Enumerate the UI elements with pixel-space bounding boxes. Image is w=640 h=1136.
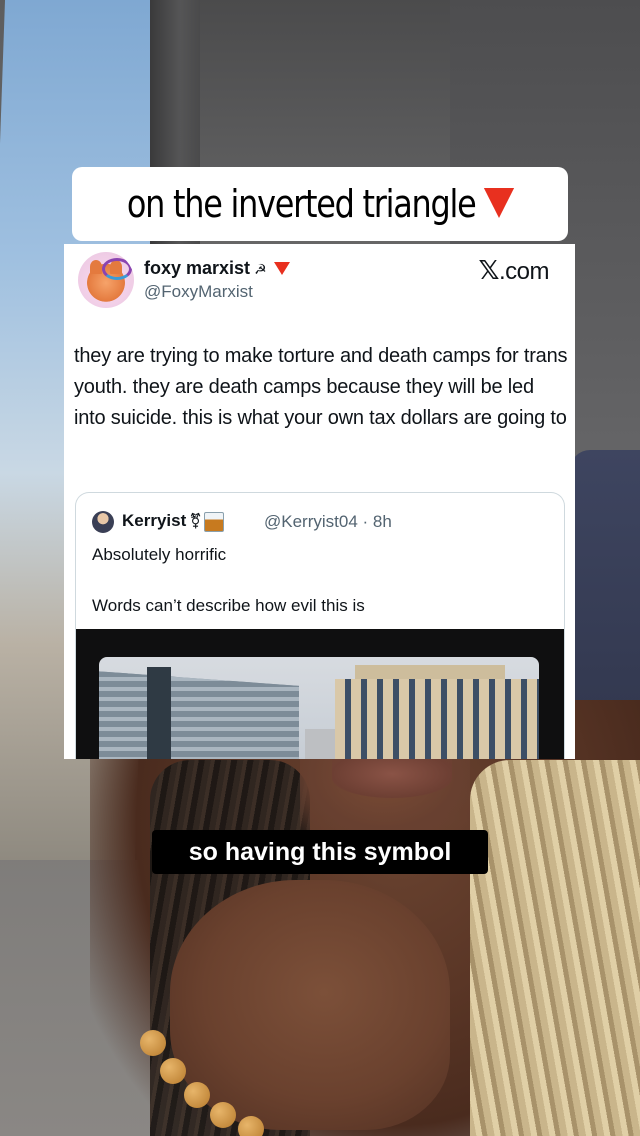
swirl-icon <box>102 258 132 280</box>
transgender-symbol-icon: ⚧ <box>189 513 202 530</box>
x-brand-logo: 𝕏.com <box>478 256 550 286</box>
hammer-sickle-icon: ☭ <box>254 261 267 277</box>
author-name: foxy marxist ☭ <box>144 258 290 279</box>
quoted-author-handle: @Kerryist04 · 8h <box>264 512 392 531</box>
train-ceiling <box>200 0 460 170</box>
subtitle-text: so having this symbol <box>188 837 452 866</box>
tweet-card: foxy marxist ☭ @FoxyMarxist 𝕏.com they ar… <box>64 244 575 759</box>
x-logo-icon: 𝕏 <box>478 256 500 286</box>
building-shadow <box>147 667 171 759</box>
red-triangle-icon <box>273 262 290 275</box>
top-caption-text: on the inverted triangle <box>126 182 514 226</box>
author-avatar <box>78 252 134 308</box>
building-photo <box>99 657 539 759</box>
glass-building <box>99 671 299 759</box>
quoted-tweet: Kerryist ⚧ @Kerryist04 · 8h Absolutely ho… <box>75 492 565 759</box>
quoted-text-line: Words can’t describe how evil this is <box>92 596 365 615</box>
whisky-glass-icon <box>203 511 224 532</box>
tweet-text: they are trying to make torture and deat… <box>74 345 568 429</box>
fox-ear-icon <box>90 260 102 274</box>
quoted-text-line: Absolutely horrific <box>92 545 227 564</box>
author-handle: @FoxyMarxist <box>144 282 253 301</box>
hospital-building <box>335 679 539 759</box>
quoted-author-name: Kerryist ⚧ <box>122 511 224 532</box>
blonde-braids <box>470 760 640 1136</box>
small-building <box>305 729 337 759</box>
red-triangle-icon <box>483 187 514 218</box>
beaded-bracelet <box>140 1010 300 1136</box>
quoted-media <box>76 629 564 759</box>
subtitle-caption: so having this symbol <box>152 830 488 874</box>
quoted-author-avatar <box>92 511 114 533</box>
top-caption: on the inverted triangle <box>72 167 568 241</box>
person-lips <box>332 758 452 798</box>
